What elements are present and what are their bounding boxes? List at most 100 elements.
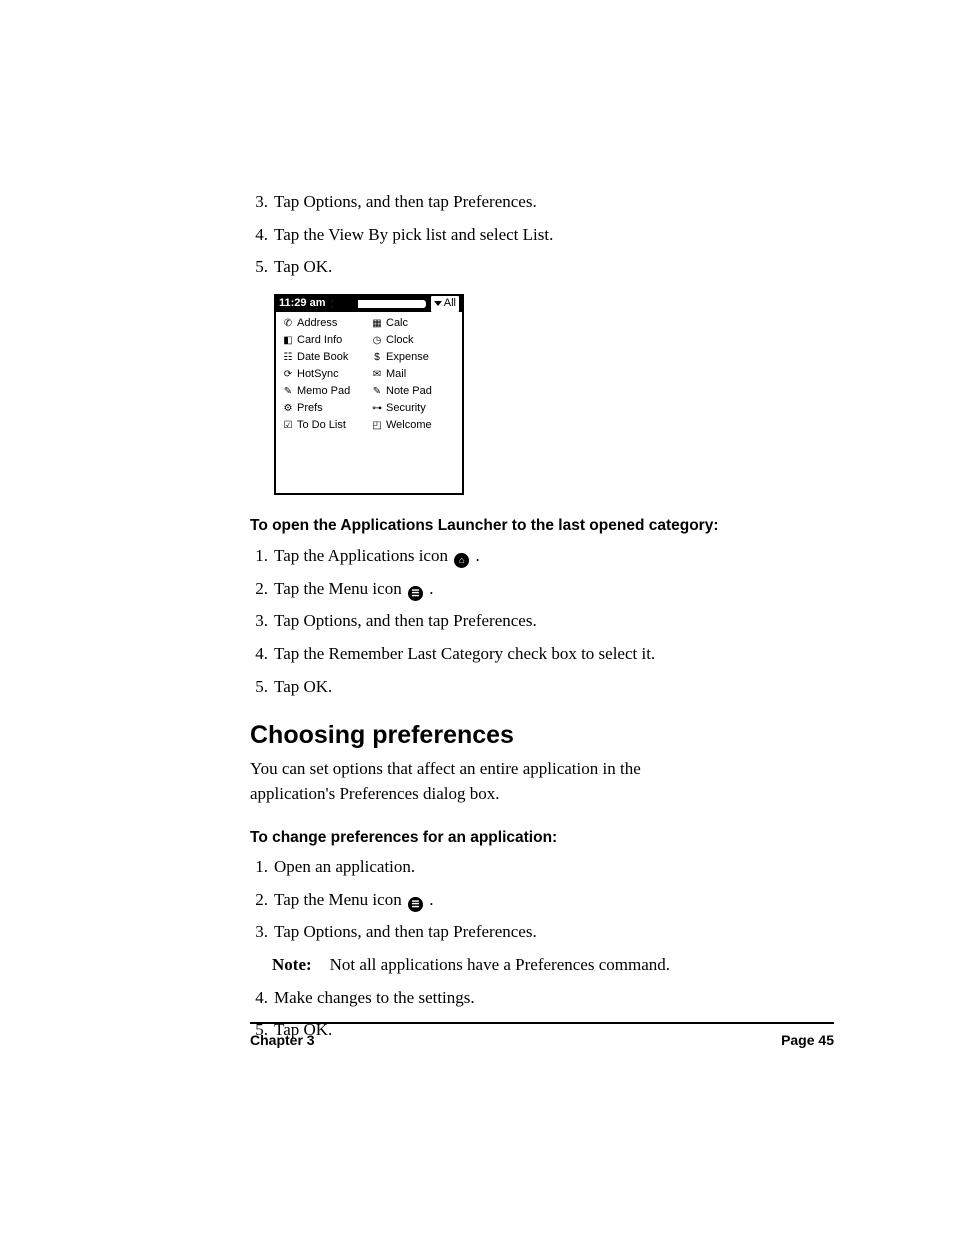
security-icon: ⊶ [371,403,383,414]
list-item: 4. Make changes to the settings. [250,986,834,1011]
section-title-choosing-preferences: Choosing preferences [250,717,834,753]
notepad-icon: ✎ [371,386,383,397]
list-marker: 4. [250,986,268,1011]
list-marker: 2. [250,888,268,913]
list-marker: 3. [250,190,268,215]
list-marker: 1. [250,544,268,569]
list-text: Tap Options, and then tap Preferences. [274,190,834,215]
list-item: 3. Tap Options, and then tap Preferences… [250,190,834,215]
todo-icon: ☑ [282,420,294,431]
app-label: Security [386,401,426,417]
list-text: Tap Options, and then tap Preferences. [274,920,834,945]
category-picker[interactable]: All [431,296,459,312]
hotsync-icon: ⟳ [282,369,294,380]
list-text: Tap OK. [274,255,834,280]
app-label: Calc [386,316,408,332]
applications-icon: ⌂ [454,553,469,568]
list-item: 1. Open an application. [250,855,834,880]
list-marker: 4. [250,642,268,667]
app-list: ✆Address◧Card Info☷Date Book⟳HotSync✎Mem… [276,312,462,494]
expense-icon: $ [371,352,383,363]
list-marker: 2. [250,577,268,602]
app-launcher-item[interactable]: ✎Note Pad [371,384,456,400]
app-label: Address [297,316,337,332]
footer-page-number: Page 45 [781,1030,834,1050]
document-page: 3. Tap Options, and then tap Preferences… [0,0,954,1235]
ordered-list-top: 3. Tap Options, and then tap Preferences… [250,190,834,280]
menu-icon: ☰ [408,586,423,601]
app-launcher-item[interactable]: $Expense [371,350,456,366]
list-text: Tap the Remember Last Category check box… [274,642,834,667]
list-item: 3. Tap Options, and then tap Preferences… [250,920,834,945]
app-launcher-item[interactable]: ◷Clock [371,333,456,349]
app-launcher-item[interactable]: ⚙Prefs [282,401,367,417]
app-label: To Do List [297,418,346,434]
list-item: 3. Tap Options, and then tap Preferences… [250,609,834,634]
app-label: Date Book [297,350,348,366]
list-text: Make changes to the settings. [274,986,834,1011]
list-item: 4. Tap the Remember Last Category check … [250,642,834,667]
welcome-icon: ◰ [371,420,383,431]
palm-launcher-figure: 11:29 am All ✆Address◧Card Info☷Date Boo… [274,294,464,496]
app-label: Prefs [297,401,323,417]
list-item: 5. Tap OK. [250,675,834,700]
list-item: 5. Tap OK. [250,255,834,280]
app-launcher-item[interactable]: ☑To Do List [282,418,367,434]
note-text: Not all applications have a Preferences … [330,953,670,978]
list-marker: 1. [250,855,268,880]
app-launcher-item[interactable]: ✆Address [282,316,367,332]
list-text: Tap Options, and then tap Preferences. [274,609,834,634]
procedure-heading-open-last-category: To open the Applications Launcher to the… [250,515,834,537]
list-item: 1. Tap the Applications icon ⌂ . [250,544,834,569]
app-column-right: ▦Calc◷Clock$Expense✉Mail✎Note Pad⊶Securi… [371,316,456,434]
calc-icon: ▦ [371,318,383,329]
mail-icon: ✉ [371,369,383,380]
app-launcher-item[interactable]: ⊶Security [371,401,456,417]
list-item: 2. Tap the Menu icon ☰ . [250,888,834,913]
app-launcher-item[interactable]: ✎Memo Pad [282,384,367,400]
list-marker: 3. [250,920,268,945]
category-label: All [444,296,456,312]
app-label: Memo Pad [297,384,350,400]
app-launcher-item[interactable]: ⟳HotSync [282,367,367,383]
app-label: Welcome [386,418,432,434]
app-label: Expense [386,350,429,366]
footer-chapter: Chapter 3 [250,1030,315,1050]
app-launcher-item[interactable]: ☷Date Book [282,350,367,366]
prefs-icon: ⚙ [282,403,294,414]
list-item: 4. Tap the View By pick list and select … [250,223,834,248]
app-launcher-item[interactable]: ◰Welcome [371,418,456,434]
list-text: Tap OK. [274,675,834,700]
list-marker: 4. [250,223,268,248]
app-column-left: ✆Address◧Card Info☷Date Book⟳HotSync✎Mem… [282,316,367,434]
battery-bar [331,300,425,308]
list-text: Open an application. [274,855,834,880]
footer-row: Chapter 3 Page 45 [250,1030,834,1050]
app-label: Mail [386,367,406,383]
phone-icon: ✆ [282,318,294,329]
list-marker: 5. [250,255,268,280]
footer-rule [250,1022,834,1024]
list-text: Tap the Menu icon ☰ . [274,888,834,913]
procedure-heading-change-prefs: To change preferences for an application… [250,827,834,849]
battery-fill [331,300,358,308]
app-label: HotSync [297,367,339,383]
list-item: 2. Tap the Menu icon ☰ . [250,577,834,602]
list-marker: 3. [250,609,268,634]
app-launcher-item[interactable]: ▦Calc [371,316,456,332]
app-label: Card Info [297,333,342,349]
app-launcher-item[interactable]: ✉Mail [371,367,456,383]
list-text: Tap the View By pick list and select Lis… [274,223,834,248]
list-text: Tap the Applications icon ⌂ . [274,544,834,569]
datebook-icon: ☷ [282,352,294,363]
card-icon: ◧ [282,335,294,346]
list-text: Tap the Menu icon ☰ . [274,577,834,602]
app-label: Clock [386,333,414,349]
app-launcher-item[interactable]: ◧Card Info [282,333,367,349]
note-label: Note: [272,953,312,978]
note-block: Note: Not all applications have a Prefer… [272,953,834,978]
ordered-list-change-prefs: 1. Open an application. 2. Tap the Menu … [250,855,834,945]
section-paragraph: You can set options that affect an entir… [250,757,730,806]
app-label: Note Pad [386,384,432,400]
device-time: 11:29 am [279,296,325,312]
